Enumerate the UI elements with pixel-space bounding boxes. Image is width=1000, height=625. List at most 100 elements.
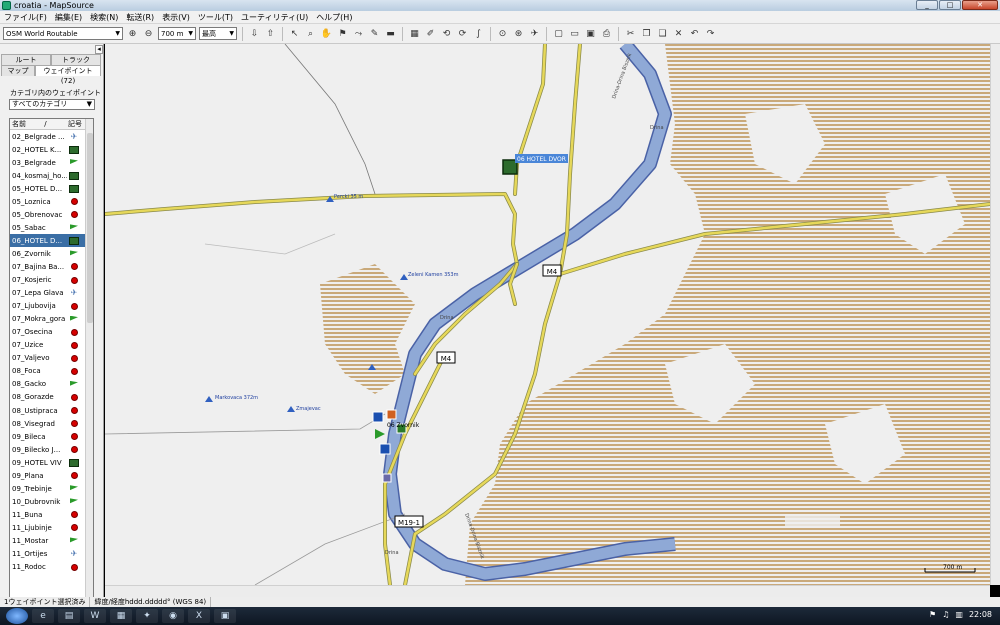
excel-icon[interactable]: X <box>188 609 210 623</box>
list-item[interactable]: 07_Uzice <box>10 339 93 352</box>
list-item[interactable]: 07_Valjevo <box>10 352 93 365</box>
receive-from-device-icon[interactable]: ⇩ <box>248 27 261 40</box>
menu-find[interactable]: 検索(N) <box>86 12 122 23</box>
list-item[interactable]: 11_Buna <box>10 508 93 521</box>
track-tool-icon[interactable]: ✎ <box>368 27 381 40</box>
find-places-icon[interactable]: ⊛ <box>512 27 525 40</box>
select-tool-icon[interactable]: ↖ <box>288 27 301 40</box>
list-item[interactable]: 09_HOTEL VIV <box>10 456 93 469</box>
route-tool-icon[interactable]: ⤳ <box>352 27 365 40</box>
app-icon[interactable]: ▦ <box>110 609 132 623</box>
paste-icon[interactable]: ❑ <box>656 27 669 40</box>
list-item[interactable]: 11_Ljubinje <box>10 521 93 534</box>
minimize-button[interactable]: _ <box>916 0 938 10</box>
find-waypoint-icon[interactable]: ✈ <box>528 27 541 40</box>
maximize-button[interactable]: □ <box>939 0 961 10</box>
route-edit-icon[interactable]: ⟳ <box>456 27 469 40</box>
print-icon[interactable]: ⎙ <box>600 27 613 40</box>
list-item[interactable]: 09_Bilecko J... <box>10 443 93 456</box>
map-select-tool-icon[interactable]: ▦ <box>408 27 421 40</box>
app-icon[interactable]: ✦ <box>136 609 158 623</box>
list-item[interactable]: 07_Osecina <box>10 326 93 339</box>
tab-maps[interactable]: マップ <box>1 65 35 76</box>
menu-utilities[interactable]: ユーティリティ(U) <box>237 12 312 23</box>
list-item[interactable]: 08_Foca <box>10 365 93 378</box>
cut-icon[interactable]: ✂ <box>624 27 637 40</box>
list-item[interactable]: 11_Ortijes ✈ <box>10 548 93 561</box>
zoom-tool-icon[interactable]: ⌕ <box>304 27 317 40</box>
peak-marker[interactable]: Zeleni Kamen 353m <box>400 272 459 280</box>
menu-view[interactable]: 表示(V) <box>158 12 194 23</box>
list-item[interactable]: 09_Plana <box>10 469 93 482</box>
explorer-icon[interactable]: ▤ <box>58 609 80 623</box>
peak-marker[interactable]: Zmajevac <box>287 406 321 412</box>
tab-waypoints[interactable]: ウェイポイント (72) <box>35 65 101 85</box>
waypoint-tool-icon[interactable]: ⚑ <box>336 27 349 40</box>
menu-help[interactable]: ヘルプ(H) <box>312 12 356 23</box>
map-view[interactable]: M4 M4 M19-1 06 HOTEL DVOR Percki 35 m Ze… <box>105 44 990 585</box>
list-item[interactable]: 06_HOTEL D... <box>10 234 93 248</box>
delete-icon[interactable]: ✕ <box>672 27 685 40</box>
erase-tool-icon[interactable]: ✐ <box>424 27 437 40</box>
list-item[interactable]: 05_Sabac <box>10 221 93 234</box>
list-item[interactable]: 06_Zvornik <box>10 247 93 260</box>
distance-tool-icon[interactable]: ▬ <box>384 27 397 40</box>
menu-file[interactable]: ファイル(F) <box>0 12 51 23</box>
zoom-in-icon[interactable]: ⊕ <box>126 27 139 40</box>
list-item[interactable]: 07_Lepa Glava ✈ <box>10 287 93 300</box>
list-item[interactable]: 09_Bileca <box>10 430 93 443</box>
list-item[interactable]: 08_Visegrad <box>10 417 93 430</box>
list-item[interactable]: 08_Ustipraca <box>10 404 93 417</box>
category-select[interactable]: すべてのカテゴリ ▼ <box>9 99 95 110</box>
list-item[interactable]: 02_Belgrade ... ✈ <box>10 130 93 143</box>
list-item[interactable]: 07_Kosjeric <box>10 274 93 287</box>
list-item[interactable]: 07_Ljubovija <box>10 300 93 313</box>
list-item[interactable]: 07_Mokra_gora <box>10 313 93 326</box>
tab-tracks[interactable]: トラック <box>51 54 101 65</box>
close-button[interactable]: ✕ <box>962 0 998 10</box>
map-canvas[interactable]: M4 M4 M19-1 06 HOTEL DVOR Percki 35 m Ze… <box>105 44 990 585</box>
list-item[interactable]: 05_Obrenovac <box>10 208 93 221</box>
copy-icon[interactable]: ❐ <box>640 27 653 40</box>
hand-tool-icon[interactable]: ✋ <box>320 27 333 40</box>
list-item[interactable]: 10_Dubrovnik <box>10 495 93 508</box>
list-scrollbar[interactable] <box>85 119 93 618</box>
route-draw-icon[interactable]: ⟲ <box>440 27 453 40</box>
column-header-name[interactable]: 名前 / <box>10 119 68 129</box>
zoom-out-icon[interactable]: ⊖ <box>142 27 155 40</box>
list-item[interactable]: 05_HOTEL D... <box>10 182 93 195</box>
collapse-panel-button[interactable]: ◂ <box>95 45 103 54</box>
ie-icon[interactable]: e <box>32 609 54 623</box>
list-item[interactable]: 09_Trebinje <box>10 482 93 495</box>
list-item[interactable]: 11_Mostar <box>10 534 93 547</box>
network-icon[interactable]: ▥ <box>955 610 963 619</box>
detail-select[interactable]: 最高 ▼ <box>199 27 237 40</box>
peak-marker[interactable]: Markovaca 372m <box>205 395 258 402</box>
tab-routes[interactable]: ルート <box>1 54 51 65</box>
map-vertical-scrollbar[interactable] <box>990 44 1000 585</box>
waypoint-hotel-dvor[interactable]: 06 HOTEL DVOR <box>502 154 568 175</box>
menu-transfer[interactable]: 転送(R) <box>122 12 158 23</box>
list-scroll-thumb[interactable] <box>87 133 93 323</box>
list-item[interactable]: 08_Gorazde <box>10 391 93 404</box>
list-item[interactable]: 03_Belgrade <box>10 156 93 169</box>
flag-icon[interactable]: ⚑ <box>929 610 936 619</box>
list-item[interactable]: 07_Bajina Ba... <box>10 260 93 273</box>
volume-icon[interactable]: ♫ <box>942 610 949 619</box>
menu-edit[interactable]: 編集(E) <box>51 12 86 23</box>
find-icon[interactable]: ⊙ <box>496 27 509 40</box>
app-icon[interactable]: ◉ <box>162 609 184 623</box>
route-calc-icon[interactable]: ∫ <box>472 27 485 40</box>
map-horizontal-scrollbar[interactable] <box>105 585 990 597</box>
open-file-icon[interactable]: ▭ <box>568 27 581 40</box>
clock[interactable]: 22:08 <box>969 610 992 619</box>
send-to-device-icon[interactable]: ⇧ <box>264 27 277 40</box>
undo-icon[interactable]: ↶ <box>688 27 701 40</box>
start-button[interactable] <box>6 608 28 624</box>
new-file-icon[interactable]: ▢ <box>552 27 565 40</box>
list-item[interactable]: 11_Rodoc <box>10 561 93 574</box>
redo-icon[interactable]: ↷ <box>704 27 717 40</box>
zoom-select[interactable]: 700 m ▼ <box>158 27 196 40</box>
list-item[interactable]: 08_Gacko <box>10 378 93 391</box>
word-icon[interactable]: W <box>84 609 106 623</box>
